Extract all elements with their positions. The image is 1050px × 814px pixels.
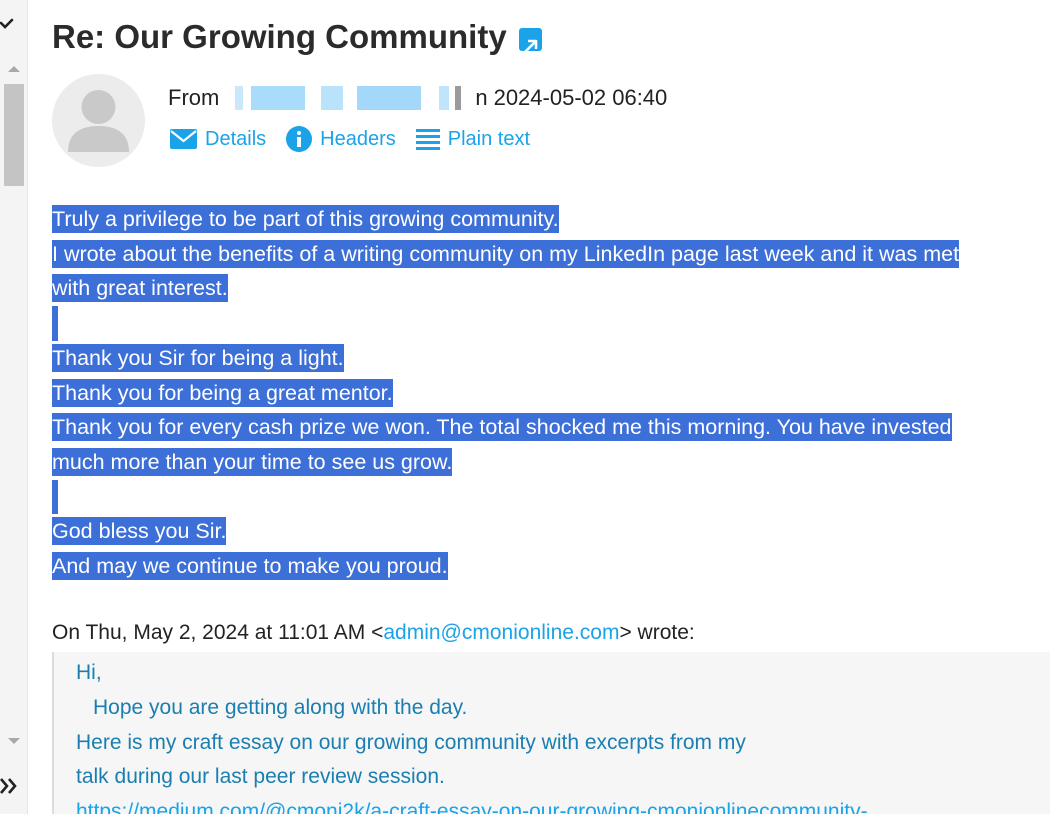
quote-greeting: Hi, (76, 661, 102, 684)
details-label: Details (205, 127, 267, 150)
body-blank-line (52, 479, 1042, 515)
default-avatar-icon (68, 90, 129, 152)
details-button[interactable]: Details (170, 128, 266, 151)
scroll-up-arrow-icon[interactable] (8, 66, 20, 72)
scrollbar-thumb[interactable] (4, 84, 24, 186)
body-line: with great interest. (52, 274, 228, 303)
body-line: I wrote about the benefits of a writing … (52, 239, 960, 268)
message-actions: Details Headers Plain text (170, 126, 530, 152)
headers-button[interactable]: Headers (286, 126, 396, 152)
subject-text: Re: Our Growing Community (52, 18, 507, 55)
plain-text-label: Plain text (447, 127, 531, 150)
plain-text-button[interactable]: Plain text (415, 127, 531, 151)
envelope-icon (170, 129, 197, 149)
message-date: 2024-05-02 06:40 (493, 85, 668, 110)
sender-name-redacted (225, 86, 472, 110)
left-panel-strip (0, 0, 28, 814)
quote-line: talk during our last peer review session… (76, 765, 445, 789)
body-line: God bless you Sir. (52, 517, 227, 546)
from-label: From (168, 85, 220, 110)
quote-line: Here is my craft essay on our growing co… (76, 730, 746, 754)
body-line: much more than your time to see us grow. (52, 447, 453, 476)
quoted-message: Hi, Hope you are getting along with the … (52, 652, 1050, 814)
quote-attribution: On Thu, May 2, 2024 at 11:01 AM <admin@c… (52, 621, 695, 645)
quote-attribution-prefix: On Thu, May 2, 2024 at 11:01 AM < (52, 621, 384, 644)
medium-article-link[interactable]: https://medium.com/@cmoni2k/a-craft-essa… (76, 795, 1050, 814)
message-body[interactable]: Truly a privilege to be part of this gro… (52, 202, 1042, 584)
date-prefix: n (475, 85, 488, 110)
quote-attribution-suffix: > wrote: (619, 621, 695, 644)
body-line: And may we continue to make you proud. (52, 552, 448, 580)
message-subject: Re: Our Growing Community (52, 18, 542, 56)
body-blank-line (52, 306, 1042, 341)
sender-avatar (52, 74, 145, 167)
info-icon (286, 126, 313, 152)
quote-line: Hope you are getting along with the day. (93, 695, 468, 719)
expand-panel-icon[interactable] (0, 776, 20, 796)
body-line: Truly a privilege to be part of this gro… (52, 205, 559, 233)
body-line: Thank you Sir for being a light. (52, 343, 344, 372)
external-link-icon[interactable] (518, 27, 542, 53)
from-line: From n 2024-05-02 06:40 (168, 85, 667, 111)
scroll-down-arrow-icon[interactable] (8, 738, 20, 744)
body-line: Thank you for being a great mentor. (52, 378, 393, 407)
headers-label: Headers (320, 127, 396, 150)
plain-text-icon (415, 129, 440, 150)
checkmark-icon[interactable] (0, 16, 16, 32)
quoted-sender-email-link[interactable]: admin@cmonionline.com (383, 621, 619, 644)
body-line: Thank you for every cash prize we won. T… (52, 413, 952, 442)
